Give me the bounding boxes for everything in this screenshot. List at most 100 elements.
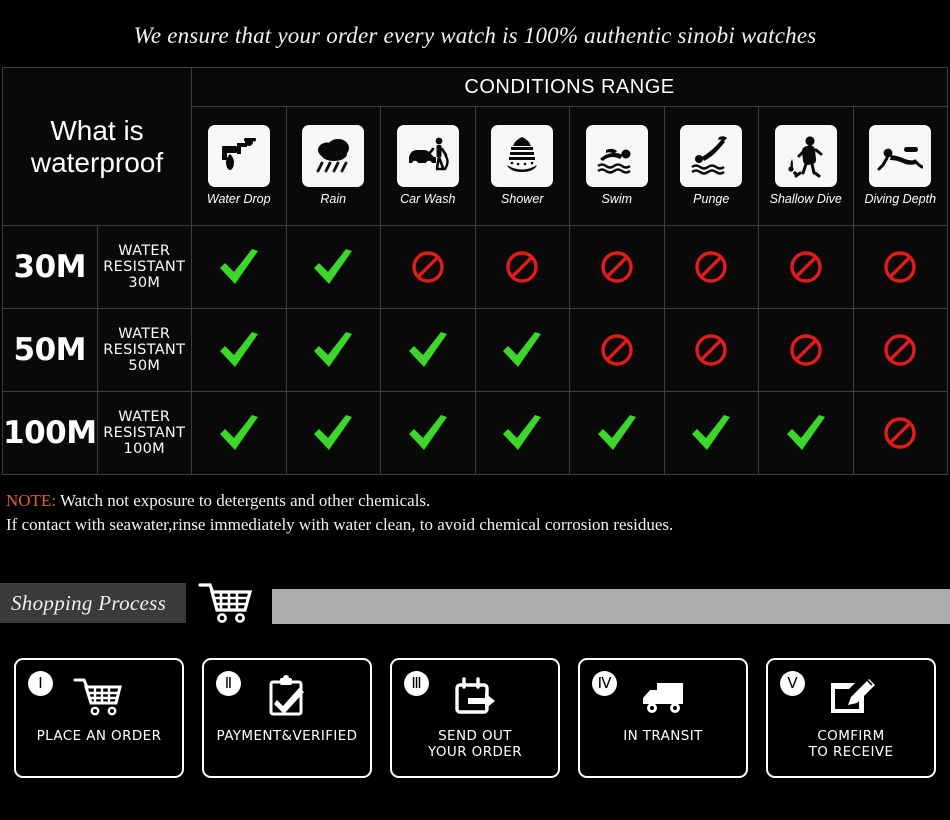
shopping-process-gray-bar <box>272 589 950 624</box>
step-label: IN TRANSIT <box>623 728 703 744</box>
condition-label: Water Drop <box>206 192 271 207</box>
step-label: PLACE AN ORDER <box>36 728 162 744</box>
car-wash-icon <box>396 125 459 188</box>
depth-rating: 50M <box>2 308 98 392</box>
mark-cell-2-6 <box>758 391 854 475</box>
check-mark-icon <box>219 249 258 284</box>
condition-label: Car Wash <box>400 192 456 207</box>
rain-cloud-icon <box>302 125 365 188</box>
note-line-1: NOTE: Watch not exposure to detergents a… <box>6 489 950 513</box>
step-label: SEND OUT YOUR ORDER <box>428 728 522 760</box>
faucet-water-drop-icon <box>207 125 270 188</box>
condition-label: Swim <box>601 192 633 207</box>
condition-column-5: Punge <box>663 106 759 226</box>
forbidden-icon <box>601 251 633 283</box>
table-row: 50M WATER RESISTANT 50M <box>2 308 948 392</box>
note-line-2: If contact with seawater,rinse immediate… <box>6 515 674 534</box>
check-mark-icon <box>408 415 447 450</box>
check-mark-icon <box>219 415 258 450</box>
shopping-process-banner: Shopping Process <box>0 579 950 627</box>
shopping-step-1[interactable]: Ⅰ PLACE AN ORDER <box>14 658 184 778</box>
mark-cell-0-3 <box>474 225 570 309</box>
check-mark-icon <box>597 415 636 450</box>
forbidden-icon <box>790 251 822 283</box>
mark-cell-0-6 <box>758 225 854 309</box>
scuba-diver-icon <box>869 125 932 188</box>
mark-cell-2-2 <box>380 391 476 475</box>
step-label: PAYMENT&VERIFIED <box>216 728 358 744</box>
note-tag: NOTE: <box>6 491 57 510</box>
mark-cell-2-0 <box>191 391 287 475</box>
step-numeral: Ⅲ <box>404 671 429 696</box>
condition-label: Shower <box>501 192 544 207</box>
mark-cell-1-0 <box>191 308 287 392</box>
clipboard-check-icon <box>263 674 311 720</box>
check-mark-icon <box>219 332 258 367</box>
mark-cell-2-3 <box>474 391 570 475</box>
check-mark-icon <box>314 249 353 284</box>
forbidden-icon <box>884 251 916 283</box>
step-numeral: Ⅱ <box>216 671 241 696</box>
check-mark-icon <box>314 415 353 450</box>
step-label: COMFIRM TO RECEIVE <box>808 728 894 760</box>
condition-column-0: Water Drop <box>191 106 287 226</box>
step-numeral: Ⅰ <box>28 671 53 696</box>
shopping-process-label-box: Shopping Process <box>0 583 186 623</box>
depth-rating: 100M <box>2 391 98 475</box>
shopping-process-label: Shopping Process <box>11 590 167 615</box>
condition-label: Punge <box>693 192 730 207</box>
mark-cell-0-0 <box>191 225 287 309</box>
depth-description: WATER RESISTANT 30M <box>96 225 192 309</box>
shopping-step-5[interactable]: Ⅴ COMFIRM TO RECEIVE <box>766 658 936 778</box>
depth-description: WATER RESISTANT 50M <box>96 308 192 392</box>
forbidden-icon <box>884 417 916 449</box>
condition-column-1: Rain <box>285 106 381 226</box>
condition-column-3: Shower <box>474 106 570 226</box>
delivery-truck-icon <box>636 674 690 720</box>
mark-cell-0-7 <box>852 225 948 309</box>
mark-cell-2-4 <box>569 391 665 475</box>
note-line-1-text: Watch not exposure to detergents and oth… <box>56 491 431 510</box>
table-row: 100M WATER RESISTANT 100M <box>2 391 948 475</box>
mark-cell-0-1 <box>285 225 381 309</box>
conditions-range-header: CONDITIONS RANGE <box>191 66 948 108</box>
depth-description: WATER RESISTANT 100M <box>96 391 192 475</box>
shopping-steps: Ⅰ PLACE AN ORDER Ⅱ PAYMENT&VERIFIED Ⅲ SEND OU… <box>0 658 950 778</box>
condition-label: Rain <box>320 192 347 207</box>
mark-cell-1-2 <box>380 308 476 392</box>
mark-cell-0-5 <box>663 225 759 309</box>
mark-cell-1-3 <box>474 308 570 392</box>
forbidden-icon <box>695 251 727 283</box>
what-is-waterproof-title: What is waterproof <box>2 67 192 226</box>
mark-cell-2-7 <box>852 391 948 475</box>
forbidden-icon <box>884 334 916 366</box>
waterproof-table: What is waterproof CONDITIONS RANGE Wate… <box>2 66 948 475</box>
mark-cell-1-1 <box>285 308 381 392</box>
calendar-arrow-icon <box>450 674 500 720</box>
mark-cell-0-4 <box>569 225 665 309</box>
check-mark-icon <box>692 415 731 450</box>
shallow-dive-icon <box>774 125 837 188</box>
table-row: 30M WATER RESISTANT 30M <box>2 225 948 309</box>
mark-cell-1-7 <box>852 308 948 392</box>
shopping-step-4[interactable]: Ⅳ IN TRANSIT <box>578 658 748 778</box>
mark-cell-1-6 <box>758 308 854 392</box>
shopping-step-2[interactable]: Ⅱ PAYMENT&VERIFIED <box>202 658 372 778</box>
plunge-dive-icon <box>680 125 743 188</box>
swimmer-icon <box>585 125 648 188</box>
depth-rating: 30M <box>2 225 98 309</box>
condition-column-2: Car Wash <box>380 106 476 226</box>
step-numeral: Ⅳ <box>592 671 617 696</box>
shopping-step-3[interactable]: Ⅲ SEND OUT YOUR ORDER <box>390 658 560 778</box>
mark-cell-2-5 <box>663 391 759 475</box>
condition-label: Diving Depth <box>864 192 937 207</box>
check-mark-icon <box>314 332 353 367</box>
step-numeral: Ⅴ <box>780 671 805 696</box>
mark-cell-2-1 <box>285 391 381 475</box>
condition-label: Shallow Dive <box>769 192 842 207</box>
mark-cell-1-4 <box>569 308 665 392</box>
condition-column-4: Swim <box>569 106 665 226</box>
shower-icon <box>491 125 554 188</box>
forbidden-icon <box>412 251 444 283</box>
forbidden-icon <box>601 334 633 366</box>
